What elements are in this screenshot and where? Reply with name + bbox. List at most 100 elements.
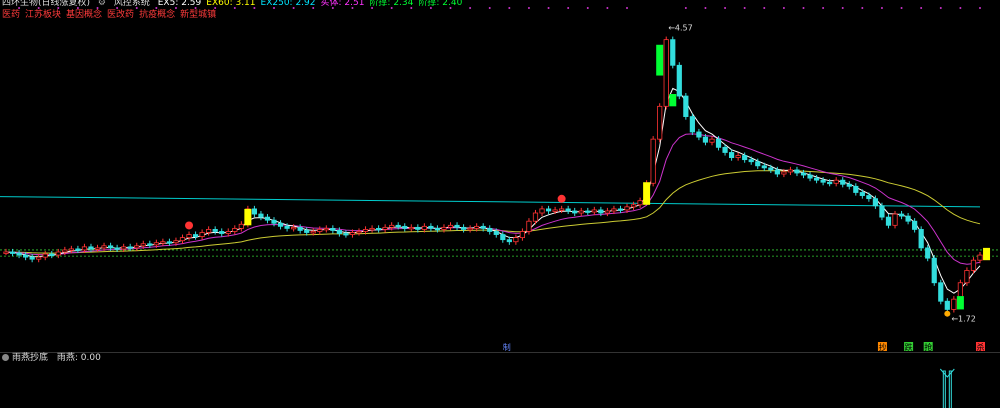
- candle-body: [630, 204, 637, 208]
- candle-body: [81, 246, 88, 251]
- candle-body: [29, 256, 35, 260]
- candle-body: [199, 232, 205, 238]
- sub-indicator-name: 雨燕抄底: [12, 353, 49, 363]
- candle-body: [402, 225, 408, 229]
- candle-body: [552, 209, 558, 212]
- candle-body: [591, 209, 597, 213]
- top-marker-dot: [606, 7, 609, 9]
- main-chart-panel[interactable]: ←4.57 ←1.72 抄 跌 抢 杀 制: [0, 0, 1000, 352]
- candle-body: [173, 240, 179, 244]
- candle-body: [467, 227, 473, 231]
- sub-indicator-panel[interactable]: [0, 352, 1000, 408]
- concept-tag[interactable]: 基因概念: [66, 10, 102, 20]
- candle-body: [689, 116, 695, 133]
- rain-signal-bar: [948, 370, 952, 408]
- candle-body: [408, 226, 414, 230]
- concept-tag[interactable]: 抗疫概念: [139, 10, 175, 20]
- sub-indicator-header: 雨燕抄底 雨燕: 0.00: [2, 353, 101, 364]
- candle-body: [735, 155, 741, 159]
- candle-body: [768, 167, 774, 171]
- indicator-dot-icon[interactable]: [2, 354, 9, 361]
- candle-body: [42, 253, 48, 258]
- candle-body: [532, 212, 539, 222]
- bottom-tag-label: 抢: [924, 342, 932, 352]
- candle-body: [225, 231, 231, 234]
- candle-body: [774, 169, 780, 175]
- candle-body: [951, 298, 957, 310]
- candle-body: [101, 245, 107, 249]
- signal-block: [983, 247, 991, 261]
- candle-body: [624, 206, 630, 211]
- concept-tag[interactable]: 医改药: [107, 10, 134, 20]
- buy-signal-icon: [557, 194, 566, 203]
- candle-body: [323, 227, 329, 231]
- candle-body: [447, 224, 454, 228]
- candle-body: [317, 229, 323, 232]
- candle-body: [578, 210, 584, 214]
- candle-body: [23, 254, 29, 258]
- candle-body: [905, 215, 911, 222]
- signal-block: [956, 296, 964, 310]
- candle-body: [617, 208, 624, 211]
- concept-row: 医药 江苏板块 基因概念 医改药 抗疫概念 新型城镇: [2, 10, 221, 21]
- candle-body: [892, 213, 898, 226]
- candle-body: [559, 208, 565, 211]
- candle-body: [219, 231, 225, 234]
- candle-body: [395, 224, 401, 228]
- candle-body: [349, 232, 356, 235]
- signal-block: [244, 208, 252, 226]
- candle-body: [676, 64, 682, 97]
- candle-body: [663, 39, 669, 107]
- indicator-header: 四环生物(日线涨复权) ⚙ 风控系统 EX5: 2.59 EX60: 3.11 EX…: [2, 0, 472, 9]
- candle-body: [415, 226, 421, 230]
- candle-body: [140, 243, 146, 247]
- concept-tag[interactable]: 江苏板块: [25, 10, 61, 20]
- candle-body: [670, 39, 676, 66]
- ma250-line: [0, 196, 981, 208]
- candle-body: [121, 246, 127, 250]
- candle-body: [715, 138, 722, 148]
- concept-tag[interactable]: 新型城镇: [180, 10, 216, 20]
- candle-body: [49, 253, 55, 256]
- candle-body: [912, 220, 918, 230]
- top-marker-dot: [861, 7, 864, 9]
- candle-body: [94, 247, 101, 250]
- top-marker-dot: [626, 7, 629, 9]
- signal-block: [669, 94, 677, 107]
- candle-body: [728, 152, 735, 159]
- mid-tag-label: 制: [503, 342, 511, 352]
- candle-body: [434, 227, 441, 231]
- candle-body: [794, 169, 800, 174]
- top-marker-dot: [920, 7, 923, 9]
- candle-body: [284, 225, 290, 229]
- candle-body: [585, 210, 591, 213]
- ma5-line: [5, 87, 981, 294]
- candle-body: [330, 227, 336, 231]
- price-chart[interactable]: ←4.57 ←1.72 抄 跌 抢 杀 制: [0, 0, 1000, 352]
- low-marker-dot: [944, 310, 951, 317]
- candle-body: [853, 185, 859, 193]
- system-name: 风控系统: [113, 0, 150, 8]
- candle-body: [519, 231, 526, 239]
- high-price-label: ←4.57: [668, 23, 693, 32]
- top-marker-dot: [508, 7, 511, 9]
- ma-value-label: EX250: 2.92: [260, 0, 316, 8]
- candle-body: [970, 259, 977, 271]
- candle-body: [709, 138, 715, 143]
- top-marker-dot: [782, 7, 785, 9]
- candle-body: [787, 169, 794, 173]
- candle-body: [487, 227, 493, 232]
- candle-body: [362, 229, 369, 232]
- gear-icon[interactable]: ⚙: [98, 0, 106, 8]
- indicator-name: 四环生物(日线涨复权): [2, 0, 91, 8]
- top-marker-dot: [959, 7, 962, 9]
- candle-body: [722, 146, 728, 153]
- candle-body: [55, 251, 61, 256]
- candle-body: [291, 226, 297, 230]
- candle-body: [9, 251, 16, 254]
- concept-tag[interactable]: 医药: [2, 10, 20, 20]
- candle-body: [382, 226, 388, 230]
- candle-body: [565, 208, 571, 212]
- candle-body: [866, 195, 872, 200]
- candle-body: [781, 171, 787, 175]
